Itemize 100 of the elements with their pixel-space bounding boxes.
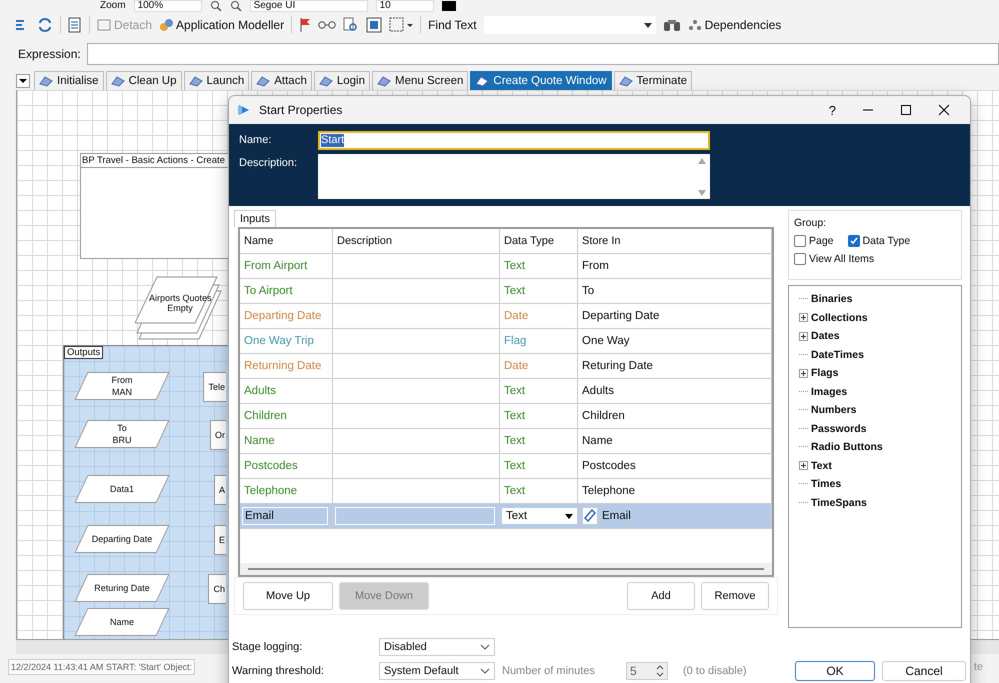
stage-logging-dropdown[interactable]: Disabled: [379, 638, 495, 656]
glasses-icon[interactable]: [318, 19, 336, 31]
description-field[interactable]: [318, 154, 710, 199]
diamond-icon: [188, 75, 203, 87]
font-size-dropdown[interactable]: 10: [376, 0, 434, 12]
dropdown-caret-icon[interactable]: [16, 74, 30, 88]
description-input[interactable]: [335, 507, 495, 525]
expand-icon[interactable]: [799, 332, 808, 341]
color-swatch-icon[interactable]: [442, 1, 456, 11]
binoculars-icon[interactable]: [662, 18, 681, 32]
data-item-label: Data1: [110, 483, 134, 495]
diamond-icon: [39, 75, 53, 87]
expression-field[interactable]: [86, 43, 999, 65]
dependencies-button[interactable]: Dependencies: [688, 18, 782, 32]
tree-item[interactable]: Radio Buttons: [811, 441, 883, 454]
row-action-button[interactable]: Add: [627, 582, 695, 610]
selected-row[interactable]: Email Text Email: [240, 504, 772, 529]
data-type-dropdown[interactable]: Text: [502, 508, 577, 524]
tree-item[interactable]: Passwords: [811, 422, 866, 435]
page-tab[interactable]: Initialise: [34, 71, 104, 90]
table-cell: One Way: [578, 329, 772, 353]
page-tab[interactable]: Login: [314, 71, 370, 90]
table-cell: Text: [500, 454, 578, 478]
expression-label: Expression:: [18, 47, 81, 61]
page-tab[interactable]: Attach: [251, 71, 312, 90]
nodes-icon: [688, 19, 702, 31]
diamond-icon: [618, 75, 633, 87]
table-cell: Text: [500, 279, 578, 303]
application-modeller-button[interactable]: Application Modeller: [159, 18, 284, 32]
table-cell: Name: [240, 429, 333, 453]
tree-item[interactable]: Images: [811, 386, 848, 398]
inputs-tab[interactable]: Inputs: [234, 210, 276, 227]
font-dropdown[interactable]: Segoe UI: [250, 0, 368, 12]
checkbox[interactable]: [794, 235, 806, 247]
window-icon[interactable]: [366, 17, 382, 33]
minutes-spinner[interactable]: 5: [626, 662, 668, 680]
table-cell: Text: [500, 479, 578, 503]
ok-button[interactable]: OK: [795, 661, 875, 681]
table-cell: Children: [240, 404, 333, 428]
tree-item[interactable]: Flags: [811, 367, 838, 380]
diamond-icon: [110, 75, 125, 87]
checkbox[interactable]: [848, 235, 860, 247]
name-field[interactable]: Start: [318, 131, 710, 150]
table-cell: Date: [500, 354, 578, 378]
zoom-dropdown[interactable]: 100%: [134, 0, 202, 12]
find-text-label: Find Text: [428, 18, 477, 32]
tree-item[interactable]: Binaries: [811, 293, 852, 306]
flag-icon[interactable]: [299, 17, 312, 33]
expand-icon[interactable]: [799, 313, 808, 322]
table-cell: Adults: [578, 379, 772, 403]
app-icon: [237, 103, 251, 117]
warning-threshold-dropdown[interactable]: System Default: [379, 662, 495, 680]
find-icon[interactable]: [343, 17, 360, 33]
selection-icon[interactable]: [389, 17, 414, 33]
zoom-in-icon[interactable]: [210, 1, 222, 11]
page-tab[interactable]: Clean Up: [106, 71, 182, 90]
close-icon[interactable]: [938, 104, 950, 116]
document-icon[interactable]: [68, 17, 82, 33]
tree-item[interactable]: Dates: [811, 330, 840, 342]
row-action-button[interactable]: Remove: [701, 582, 769, 610]
maximize-icon[interactable]: [900, 104, 912, 116]
tag-icon[interactable]: [582, 507, 598, 525]
cancel-button[interactable]: Cancel: [882, 661, 966, 681]
table-cell: Text: [500, 254, 578, 278]
tree-item[interactable]: Text: [811, 460, 832, 472]
table-cell: Flag: [500, 329, 578, 353]
page-tab[interactable]: Launch: [184, 71, 250, 90]
search-icon[interactable]: [230, 1, 242, 11]
table-cell: Postcodes: [240, 454, 333, 478]
stage-logging-label: Stage logging:: [232, 641, 304, 653]
tree-item[interactable]: DateTimes: [811, 348, 864, 361]
help-button[interactable]: ?: [828, 102, 836, 118]
caret-icon: [644, 22, 652, 28]
checkbox[interactable]: [794, 253, 806, 265]
diamond-icon: [256, 75, 270, 87]
refresh-icon[interactable]: [37, 18, 53, 32]
expand-icon[interactable]: [799, 368, 808, 378]
page-tab[interactable]: Terminate: [614, 71, 692, 90]
minutes-label: Number of minutes: [502, 665, 595, 677]
data-item-label: Departing Date: [92, 533, 152, 545]
tree-item[interactable]: Collections: [811, 312, 868, 324]
table-cell: Children: [578, 404, 772, 428]
table-cell: Telephone: [240, 479, 333, 503]
tree-item[interactable]: Numbers: [811, 404, 857, 416]
page-tab[interactable]: Create Quote Window: [470, 71, 612, 90]
move-button[interactable]: Move Up: [243, 582, 333, 610]
table-cell: Date: [500, 304, 578, 328]
circles-icon: [159, 18, 174, 32]
data-item-label: To BRU: [112, 422, 132, 446]
table-cell: Adults: [240, 379, 333, 403]
status-text: te: [974, 661, 983, 673]
tree-item[interactable]: TimeSpans: [811, 496, 867, 509]
scrollbar-arrows-icon[interactable]: [698, 158, 706, 196]
table-cell: Postcodes: [578, 454, 772, 478]
expand-icon[interactable]: [799, 461, 808, 470]
tree-item[interactable]: Times: [811, 478, 842, 490]
chevron-icon: [480, 668, 490, 674]
data-item-label: Or: [215, 430, 225, 440]
page-tab[interactable]: Menu Screen: [372, 71, 468, 90]
name-input[interactable]: Email: [242, 507, 328, 525]
